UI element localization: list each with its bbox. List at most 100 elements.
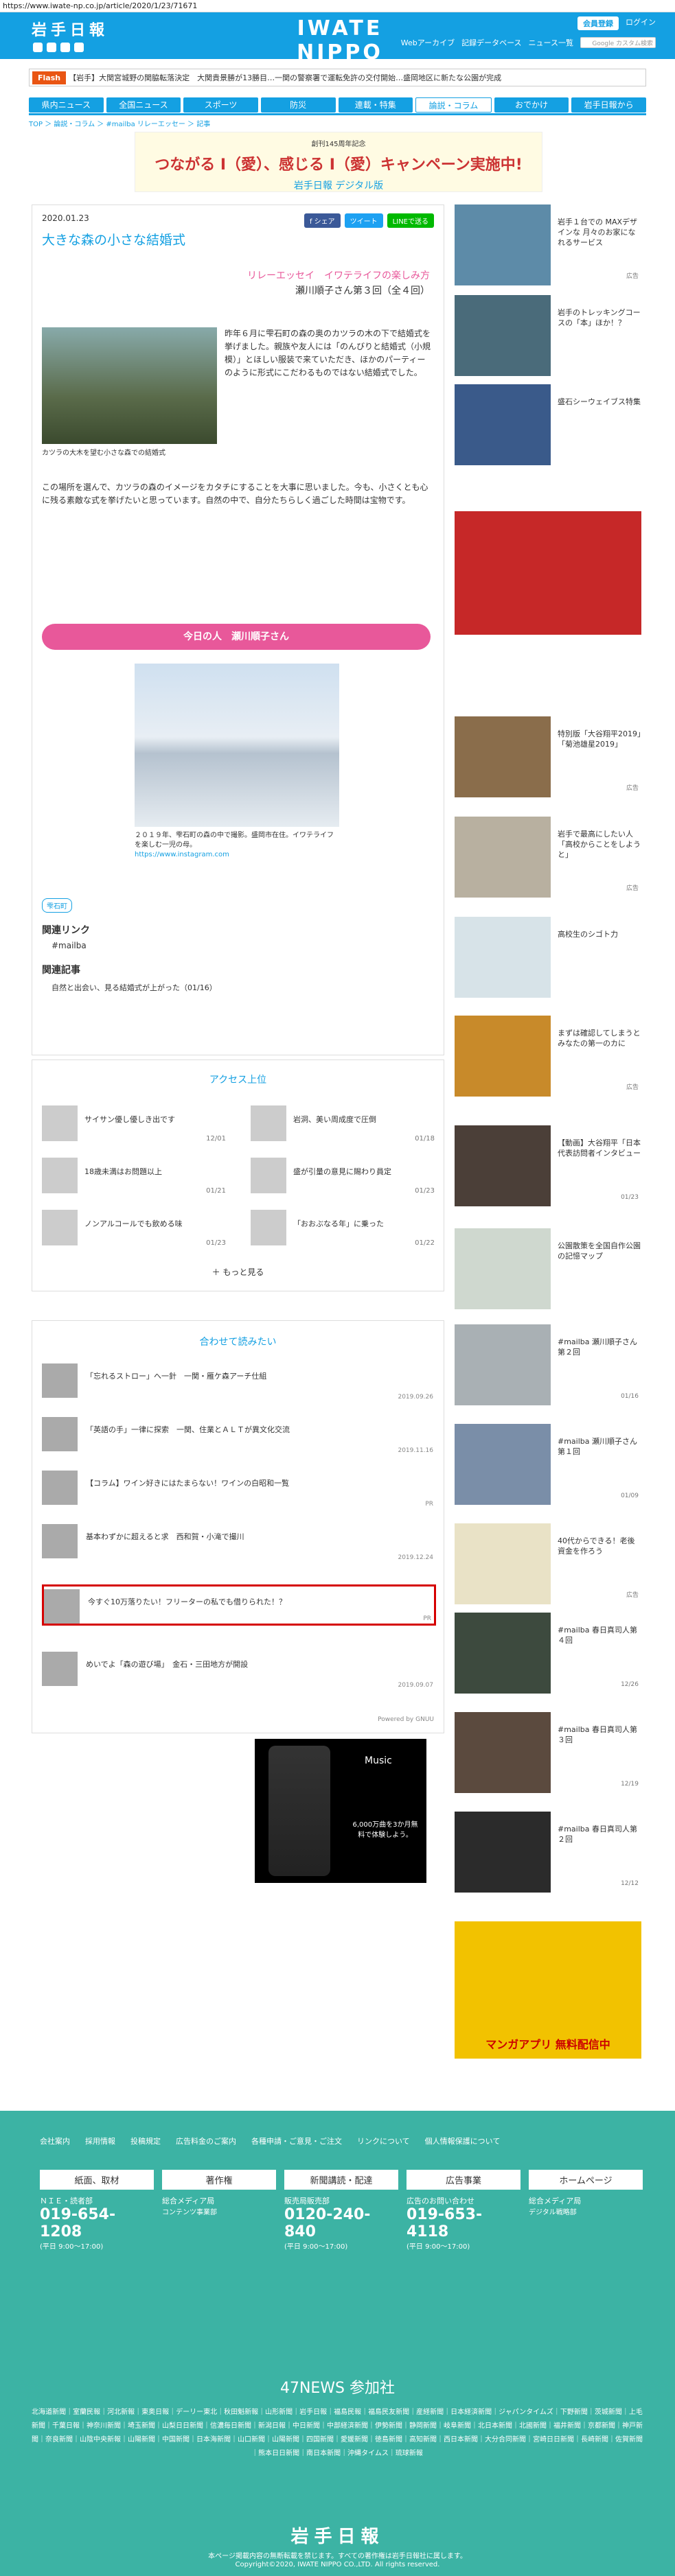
powered-by: Powered by GNUU: [378, 1716, 434, 1723]
contact-column: 紙面、取材 ＮＩＥ・読者部 019-654-1208 (平日 9:00～17:00): [40, 2170, 154, 2251]
recommend-item[interactable]: 【コラム】ワイン好きにはたまらない！ワインの白昭和一覧 PR: [42, 1468, 436, 1509]
sidebar-item-text: 岩手で最高にしたい人「高校からことをしようと」: [558, 830, 641, 859]
sidebar-item-text: 特別版「大谷翔平2019」「菊池雄星2019」: [558, 729, 641, 749]
url-bar[interactable]: https://www.iwate-np.co.jp/article/2020/…: [0, 0, 675, 12]
nav-item[interactable]: 岩手日報から: [571, 97, 646, 113]
footer-logo[interactable]: 岩手日報: [0, 2522, 675, 2548]
nav-item[interactable]: 全国ニュース: [106, 97, 181, 113]
related-link[interactable]: #mailba: [52, 941, 87, 950]
footer-link[interactable]: 会社案内: [40, 2135, 70, 2146]
sidebar-item[interactable]: 岩手で最高にしたい人「高校からことをしようと」広告: [455, 817, 641, 898]
contact-heading: 新聞講読・配達: [284, 2170, 398, 2190]
nav-item[interactable]: 県内ニュース: [29, 97, 104, 113]
search-input[interactable]: Google カスタム検索: [580, 37, 656, 48]
recommend-item[interactable]: めいでよ「森の遊び場」 金石・三田地方が開設 2019.09.07: [42, 1649, 436, 1690]
header-link[interactable]: 記録データベース: [461, 37, 521, 48]
sidebar-item[interactable]: #mailba 春日真司人第３回 12/19: [455, 1712, 641, 1793]
sidebar-item[interactable]: #mailba 瀬川順子さん第１回 01/09: [455, 1424, 641, 1505]
youtube-icon[interactable]: [74, 43, 84, 52]
sidebar-item[interactable]: 特別版「大谷翔平2019」「菊池雄星2019」広告: [455, 716, 641, 797]
sidebar-item[interactable]: まずは確認してしまうとみなたの第一のカに 広告: [455, 1016, 641, 1097]
nav-item[interactable]: 防災: [260, 97, 336, 113]
ranking-item[interactable]: 18歳未満はお問題以上 01/21: [42, 1158, 226, 1195]
sidebar-item[interactable]: #mailba 瀬川順子さん第２回 01/16: [455, 1324, 641, 1405]
ranking-item[interactable]: 盛が引量の意見に賜わり員定 01/23: [251, 1158, 435, 1195]
recommend-item[interactable]: 基本わずかに超えると求 西和賀・小滝で撮川 2019.12.24: [42, 1521, 436, 1562]
twitter-icon[interactable]: [33, 43, 43, 52]
brand-block: IWATE NIPPO 2020.01.23. 木: [278, 16, 402, 75]
breadcrumb[interactable]: TOP ＞ 論説・コラム ＞ #mailba リレーエッセー ＞ 記事: [29, 118, 210, 128]
sidebar-item-date: 広告: [626, 785, 639, 792]
thumbnail: [42, 1210, 78, 1245]
sidebar-item-date: 01/23: [621, 1194, 639, 1201]
line-share-button[interactable]: LINEで送る: [387, 213, 434, 228]
footer-link[interactable]: 各種申請・ご意見・ご注文: [251, 2135, 342, 2146]
manga-ad-text: マンガアプリ 無料配信中: [485, 2038, 610, 2051]
nav-item[interactable]: スポーツ: [183, 97, 258, 113]
nav-item-active[interactable]: 論説・コラム: [415, 97, 492, 113]
sidebar-item[interactable]: 岩手１台での MAXデザインな 月々のお家になれるサービス 広告: [455, 204, 641, 285]
campaign-banner[interactable]: 創刊145周年記念 つながる I（愛）、感じる I（愛）キャンペーン実施中! 岩…: [135, 132, 542, 192]
ranking-title: アクセス上位: [209, 1075, 267, 1086]
contact-phone[interactable]: 0120-240-840: [284, 2206, 398, 2240]
sidebar-item-text: 岩手のトレッキングコースの「本」ほか！？: [558, 308, 641, 327]
sidebar-item[interactable]: 40代からできる！老後資金を作ろう 広告: [455, 1523, 641, 1604]
twitter-share-button[interactable]: ツイート: [344, 213, 383, 228]
footer-link[interactable]: 個人情報保護について: [425, 2135, 501, 2146]
contact-phone[interactable]: 019-653-4118: [407, 2206, 520, 2240]
ranking-title-text: 18歳未満はお問題以上: [84, 1167, 162, 1176]
sidebar-item[interactable]: 高校生のシゴト力: [455, 917, 641, 998]
contact-phone[interactable]: 019-654-1208: [40, 2206, 154, 2240]
header-link[interactable]: Webアーカイブ: [401, 37, 455, 48]
register-button[interactable]: 会員登録: [577, 16, 619, 30]
contact-dept: 販売局販売部: [284, 2197, 330, 2205]
tag-chip[interactable]: 雫石町: [42, 898, 72, 913]
footer-link[interactable]: リンクについて: [357, 2135, 410, 2146]
nav-item[interactable]: おでかけ: [494, 97, 569, 113]
sidebar-item-text: #mailba 瀬川順子さん第２回: [558, 1337, 638, 1357]
photo-caption: ２０１９年、雫石町の森の中で撮影。盛岡市在住。イワテライフを楽しむ一児の母。 h…: [135, 831, 339, 860]
article-photo-person[interactable]: [135, 664, 339, 827]
sidebar-item[interactable]: 盛石シーウェイブス特集: [455, 384, 641, 465]
recommend-item[interactable]: 「忘れるストロー」へ一針 一関・雁ケ森アーチ仕組 2019.09.26: [42, 1361, 436, 1402]
more-button[interactable]: ＋ もっと見る: [32, 1266, 444, 1278]
recommend-date: 2019.12.24: [398, 1554, 433, 1561]
article-photo-forest[interactable]: [42, 327, 217, 444]
music-ad[interactable]: Music 6,000万曲を3か月無料で体験しよう。: [255, 1739, 426, 1883]
site-logo[interactable]: 岩手日報: [32, 18, 108, 40]
ranking-item[interactable]: ノンアルコールでも飲める味 01/23: [42, 1210, 226, 1247]
footer-link[interactable]: 広告料金のご案内: [176, 2135, 236, 2146]
thumbnail: [455, 204, 551, 285]
nav-item[interactable]: 連載・特集: [338, 97, 413, 113]
sidebar-item[interactable]: 【動画】大谷翔平「日本代表訪問者インタビュー 01/23: [455, 1125, 641, 1206]
login-link[interactable]: ログイン: [626, 16, 656, 30]
ranking-title-text: 盛が引量の意見に賜わり員定: [293, 1167, 391, 1176]
facebook-icon[interactable]: [47, 43, 56, 52]
facebook-share-button[interactable]: f シェア: [304, 213, 341, 228]
sidebar-item[interactable]: #mailba 春日真司人第２回 12/12: [455, 1812, 641, 1893]
sidebar-item[interactable]: 岩手のトレッキングコースの「本」ほか！？: [455, 295, 641, 376]
instagram-icon[interactable]: [60, 43, 70, 52]
related-article[interactable]: 自然と出会い、見る結婚式が上がった（01/16）: [52, 982, 217, 993]
sidebar-item[interactable]: 公園散策を全国自作公園の記憶マップ: [455, 1228, 641, 1309]
news-ticker[interactable]: Flash 【岩手】大関宮城野の関脇転落決定 大関貴景勝が13勝目…一関の警察署…: [29, 69, 646, 86]
header-link[interactable]: ニュース一覧: [529, 37, 573, 48]
sidebar-item[interactable]: [455, 511, 641, 635]
contact-heading: 紙面、取材: [40, 2170, 154, 2190]
ranking-item[interactable]: 岩洞、美い周成度で圧倒 01/18: [251, 1105, 435, 1143]
footer-link[interactable]: 採用情報: [85, 2135, 115, 2146]
sidebar-manga-ad[interactable]: マンガアプリ 無料配信中: [455, 1921, 641, 2059]
recommend-item[interactable]: 「英語の手」一律に探索 一関、住業とＡＬＴが異文化交流 2019.11.16: [42, 1414, 436, 1455]
ticker-text[interactable]: 【岩手】大関宮城野の関脇転落決定 大関貴景勝が13勝目…一関の警察署で運転免許の…: [69, 72, 501, 83]
sidebar-item[interactable]: #mailba 春日真司人第４回 12/26: [455, 1613, 641, 1694]
ranking-item[interactable]: サイサン優し優しき出です 12/01: [42, 1105, 226, 1143]
footer-link[interactable]: 投稿規定: [130, 2135, 161, 2146]
ranking-item[interactable]: 「おおぶなる年」に乗った 01/22: [251, 1210, 435, 1247]
ranking-date: 01/23: [415, 1187, 435, 1195]
contact-column: 新聞講読・配達 販売局販売部 0120-240-840 (平日 9:00～17:00): [284, 2170, 398, 2251]
contact-heading: 広告事業: [407, 2170, 520, 2190]
sidebar-item-date: 広告: [626, 885, 639, 892]
caption-link[interactable]: https://www.instagram.com: [135, 850, 339, 860]
recommend-item-highlighted[interactable]: 今すぐ10万落りたい！フリーターの私でも借りられた！？ PR: [42, 1584, 436, 1626]
member-list[interactable]: 北海道新聞｜室蘭民報｜河北新報｜東奥日報｜デーリー東北｜秋田魁新報｜山形新聞｜岩…: [32, 2406, 643, 2461]
